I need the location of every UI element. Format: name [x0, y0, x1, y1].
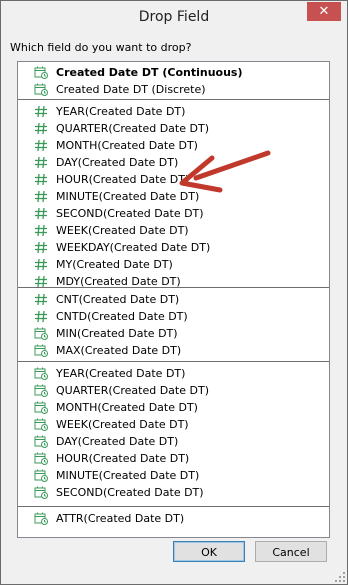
list-item[interactable]: MIN(Created Date DT): [18, 325, 329, 342]
group-separator: [18, 506, 329, 507]
date-continuous-icon: [34, 327, 48, 340]
list-item-label: DAY(Created Date DT): [56, 435, 179, 448]
list-item[interactable]: DAY(Created Date DT): [18, 433, 329, 450]
list-item[interactable]: MINUTE(Created Date DT): [18, 188, 329, 205]
list-item[interactable]: WEEK(Created Date DT): [18, 416, 329, 433]
hash-icon: [35, 241, 47, 254]
list-item-label: Created Date DT (Continuous): [56, 66, 243, 79]
title-bar: Drop Field ✕: [1, 1, 347, 32]
list-item[interactable]: MAX(Created Date DT): [18, 342, 329, 359]
date-continuous-icon: [34, 418, 48, 431]
list-item-label: WEEK(Created Date DT): [56, 418, 189, 431]
group-separator: [18, 361, 329, 362]
list-item-label: WEEK(Created Date DT): [56, 224, 189, 237]
hash-icon: [35, 207, 47, 220]
list-item[interactable]: QUARTER(Created Date DT): [18, 382, 329, 399]
resize-grip-icon[interactable]: [335, 572, 345, 582]
date-continuous-icon: [34, 344, 48, 357]
hash-icon: [35, 122, 47, 135]
date-continuous-icon: [34, 83, 48, 96]
date-continuous-icon: [34, 435, 48, 448]
list-item[interactable]: SECOND(Created Date DT): [18, 484, 329, 501]
hash-icon: [35, 156, 47, 169]
date-continuous-icon: [34, 401, 48, 414]
list-item[interactable]: MINUTE(Created Date DT): [18, 467, 329, 484]
cancel-button[interactable]: Cancel: [255, 541, 327, 562]
date-continuous-icon: [34, 367, 48, 380]
list-item-label: Created Date DT (Discrete): [56, 83, 206, 96]
group-separator: [18, 99, 329, 100]
hash-icon: [35, 224, 47, 237]
date-continuous-icon: [34, 512, 48, 525]
list-item[interactable]: ATTR(Created Date DT): [18, 510, 329, 527]
list-item-label: DAY(Created Date DT): [56, 156, 179, 169]
list-item-label: WEEKDAY(Created Date DT): [56, 241, 211, 254]
list-item-label: MIN(Created Date DT): [56, 327, 178, 340]
date-continuous-icon: [34, 384, 48, 397]
date-continuous-icon: [34, 486, 48, 499]
list-item[interactable]: MONTH(Created Date DT): [18, 399, 329, 416]
close-button[interactable]: ✕: [307, 2, 341, 21]
list-item[interactable]: YEAR(Created Date DT): [18, 365, 329, 382]
list-item[interactable]: WEEKDAY(Created Date DT): [18, 239, 329, 256]
list-item[interactable]: HOUR(Created Date DT): [18, 171, 329, 188]
list-item[interactable]: QUARTER(Created Date DT): [18, 120, 329, 137]
list-item[interactable]: WEEK(Created Date DT): [18, 222, 329, 239]
list-item-label: CNTD(Created Date DT): [56, 310, 188, 323]
dialog-title: Drop Field: [138, 9, 210, 25]
list-item-label: MAX(Created Date DT): [56, 344, 182, 357]
list-item-label: QUARTER(Created Date DT): [56, 122, 209, 135]
list-item[interactable]: HOUR(Created Date DT): [18, 450, 329, 467]
list-item[interactable]: SECOND(Created Date DT): [18, 205, 329, 222]
list-item-label: YEAR(Created Date DT): [56, 367, 186, 380]
list-item-label: SECOND(Created Date DT): [56, 486, 204, 499]
date-continuous-icon: [34, 452, 48, 465]
list-item[interactable]: CNT(Created Date DT): [18, 291, 329, 308]
hash-icon: [35, 139, 47, 152]
list-item[interactable]: Created Date DT (Continuous): [18, 64, 329, 81]
date-continuous-icon: [34, 469, 48, 482]
hash-icon: [35, 258, 47, 271]
hash-icon: [35, 310, 47, 323]
ok-button[interactable]: OK: [173, 541, 245, 562]
prompt-text: Which field do you want to drop?: [10, 41, 192, 54]
list-item[interactable]: MONTH(Created Date DT): [18, 137, 329, 154]
list-item-label: SECOND(Created Date DT): [56, 207, 204, 220]
field-list[interactable]: Created Date DT (Continuous) Created Date…: [17, 61, 330, 538]
list-item-label: CNT(Created Date DT): [56, 293, 180, 306]
list-item[interactable]: Created Date DT (Discrete): [18, 81, 329, 98]
list-item-label: HOUR(Created Date DT): [56, 452, 190, 465]
list-item[interactable]: DAY(Created Date DT): [18, 154, 329, 171]
date-continuous-icon: [34, 66, 48, 79]
hash-icon: [35, 293, 47, 306]
list-item-label: MONTH(Created Date DT): [56, 401, 198, 414]
group-separator: [18, 287, 329, 288]
list-item-label: MINUTE(Created Date DT): [56, 190, 200, 203]
list-item-label: HOUR(Created Date DT): [56, 173, 190, 186]
list-item-label: MY(Created Date DT): [56, 258, 173, 271]
list-item-label: QUARTER(Created Date DT): [56, 384, 209, 397]
hash-icon: [35, 190, 47, 203]
hash-icon: [35, 105, 47, 118]
list-item[interactable]: YEAR(Created Date DT): [18, 103, 329, 120]
list-item[interactable]: MY(Created Date DT): [18, 256, 329, 273]
list-item-label: YEAR(Created Date DT): [56, 105, 186, 118]
list-item-label: MONTH(Created Date DT): [56, 139, 198, 152]
list-item-label: MINUTE(Created Date DT): [56, 469, 200, 482]
hash-icon: [35, 173, 47, 186]
list-item[interactable]: CNTD(Created Date DT): [18, 308, 329, 325]
list-item-label: ATTR(Created Date DT): [56, 512, 185, 525]
